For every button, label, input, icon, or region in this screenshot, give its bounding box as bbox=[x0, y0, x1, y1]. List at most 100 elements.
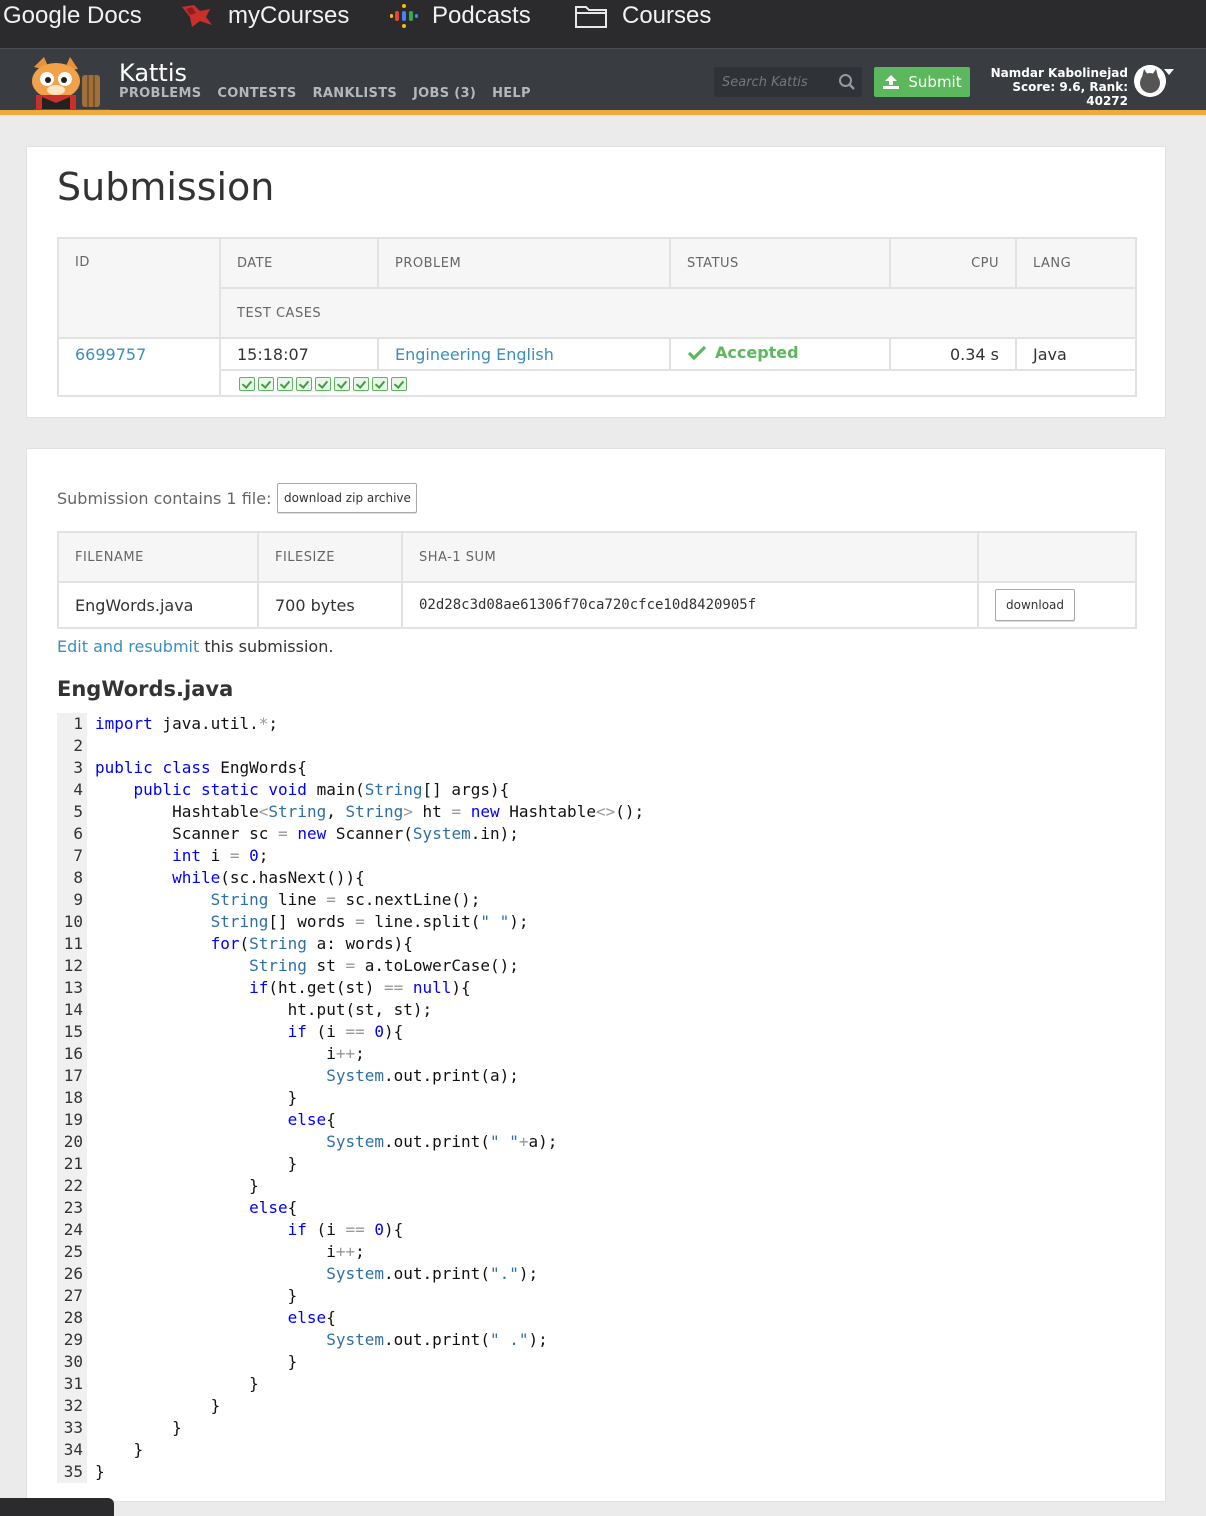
column-header-actions bbox=[977, 531, 1137, 583]
code-line: 16 i++; bbox=[57, 1043, 1137, 1065]
line-number: 12 bbox=[57, 955, 87, 977]
code-line: 27 } bbox=[57, 1285, 1137, 1307]
file-name: EngWords.java bbox=[57, 581, 259, 629]
code-line: 8 while(sc.hasNext()){ bbox=[57, 867, 1137, 889]
code-text: String[] words = line.split(" "); bbox=[210, 912, 529, 931]
submission-table: ID DATE PROBLEM STATUS CPU LANG TEST CAS… bbox=[57, 237, 1137, 397]
files-intro-row: Submission contains 1 file: download zip… bbox=[57, 483, 418, 513]
submit-button[interactable]: Submit bbox=[874, 67, 970, 97]
code-line: 22 } bbox=[57, 1175, 1137, 1197]
code-line: 25 i++; bbox=[57, 1241, 1137, 1263]
files-table: FILENAME FILESIZE SHA-1 SUM EngWords.jav… bbox=[57, 531, 1137, 629]
line-number: 14 bbox=[57, 999, 87, 1021]
code-line: 29 System.out.print(" ."); bbox=[57, 1329, 1137, 1351]
line-number: 24 bbox=[57, 1219, 87, 1241]
search-input[interactable] bbox=[714, 67, 834, 97]
edit-resubmit-row: Edit and resubmit this submission. bbox=[57, 637, 333, 656]
code-text: if(ht.get(st) == null){ bbox=[249, 978, 471, 997]
nav-ranklists[interactable]: RANKLISTS bbox=[313, 86, 397, 101]
code-text: System.out.print(a); bbox=[326, 1066, 519, 1085]
bookmark-courses[interactable]: Courses bbox=[574, 0, 711, 32]
submission-lang: Java bbox=[1015, 337, 1137, 371]
submission-status-cell: Accepted bbox=[669, 337, 891, 371]
code-text: System.out.print(" ."); bbox=[326, 1330, 548, 1349]
column-header-problem: PROBLEM bbox=[377, 237, 671, 289]
file-size: 700 bytes bbox=[257, 581, 403, 629]
table-row: 6699757 15:18:07 Engineering English Acc… bbox=[57, 337, 1137, 397]
test-case-passed-icon[interactable] bbox=[334, 377, 350, 391]
code-line: 2 bbox=[57, 735, 1137, 757]
line-number: 13 bbox=[57, 977, 87, 999]
line-number: 25 bbox=[57, 1241, 87, 1263]
download-zip-button[interactable]: download zip archive bbox=[277, 483, 418, 513]
chevron-down-icon[interactable] bbox=[1164, 69, 1174, 75]
user-info[interactable]: Namdar Kabolinejad Score: 9.6, Rank: 402… bbox=[978, 66, 1128, 108]
code-line: 7 int i = 0; bbox=[57, 845, 1137, 867]
submit-label: Submit bbox=[908, 73, 962, 91]
nav-help[interactable]: HELP bbox=[492, 86, 531, 101]
site-title[interactable]: Kattis bbox=[119, 59, 187, 87]
test-case-passed-icon[interactable] bbox=[353, 377, 369, 391]
line-number: 1 bbox=[57, 713, 87, 735]
line-number: 21 bbox=[57, 1153, 87, 1175]
line-number: 10 bbox=[57, 911, 87, 933]
line-number: 28 bbox=[57, 1307, 87, 1329]
line-number: 8 bbox=[57, 867, 87, 889]
problem-link[interactable]: Engineering English bbox=[395, 345, 554, 364]
code-line: 19 else{ bbox=[57, 1109, 1137, 1131]
test-case-passed-icon[interactable] bbox=[277, 377, 293, 391]
code-text: } bbox=[95, 1440, 144, 1459]
code-text: Scanner sc = new Scanner(System.in); bbox=[95, 824, 519, 843]
code-line: 1 import java.util.*; bbox=[57, 713, 1137, 735]
search-box bbox=[714, 67, 862, 97]
bookmark-google-docs[interactable]: Google Docs bbox=[3, 0, 142, 32]
main-nav: PROBLEMS CONTESTS RANKLISTS JOBS (3) HEL… bbox=[119, 86, 547, 101]
test-case-passed-icon[interactable] bbox=[315, 377, 331, 391]
source-file-title: EngWords.java bbox=[57, 677, 234, 701]
code-line: 11 for(String a: words){ bbox=[57, 933, 1137, 955]
code-line: 4 public static void main(String[] args)… bbox=[57, 779, 1137, 801]
submission-date: 15:18:07 bbox=[219, 337, 379, 371]
code-text: } bbox=[95, 1154, 298, 1173]
status-text: Accepted bbox=[715, 343, 799, 363]
code-line: 21 } bbox=[57, 1153, 1137, 1175]
line-number: 35 bbox=[57, 1461, 87, 1483]
bookmark-podcasts[interactable]: Podcasts bbox=[390, 0, 531, 32]
code-line: 17 System.out.print(a); bbox=[57, 1065, 1137, 1087]
code-text: else{ bbox=[249, 1198, 298, 1217]
code-text: else{ bbox=[287, 1110, 336, 1129]
nav-jobs[interactable]: JOBS (3) bbox=[413, 86, 476, 101]
bookmark-label: Google Docs bbox=[3, 2, 142, 29]
code-text: i++; bbox=[95, 1044, 365, 1063]
kattis-cat-logo-icon bbox=[32, 57, 110, 111]
test-case-passed-icon[interactable] bbox=[239, 377, 255, 391]
line-number: 23 bbox=[57, 1197, 87, 1219]
code-line: 28 else{ bbox=[57, 1307, 1137, 1329]
test-case-passed-icon[interactable] bbox=[296, 377, 312, 391]
code-line: 31 } bbox=[57, 1373, 1137, 1395]
download-file-button[interactable]: download bbox=[995, 589, 1075, 621]
test-case-passed-icon[interactable] bbox=[391, 377, 407, 391]
podcasts-icon bbox=[390, 4, 418, 28]
avatar[interactable] bbox=[1134, 65, 1166, 97]
table-row: EngWords.java 700 bytes 02d28c3d08ae6130… bbox=[57, 581, 1137, 629]
folder-icon bbox=[575, 6, 607, 28]
nav-contests[interactable]: CONTESTS bbox=[217, 86, 296, 101]
nav-problems[interactable]: PROBLEMS bbox=[119, 86, 201, 101]
submission-id-link[interactable]: 6699757 bbox=[75, 345, 146, 364]
user-name: Namdar Kabolinejad bbox=[990, 66, 1128, 80]
test-case-passed-icon[interactable] bbox=[258, 377, 274, 391]
bookmark-label: Podcasts bbox=[432, 2, 531, 29]
bookmark-mycourses[interactable]: myCourses bbox=[180, 0, 349, 32]
search-icon[interactable] bbox=[838, 73, 856, 91]
line-number: 18 bbox=[57, 1087, 87, 1109]
line-number: 22 bbox=[57, 1175, 87, 1197]
edit-resubmit-link[interactable]: Edit and resubmit bbox=[57, 637, 199, 656]
line-number: 19 bbox=[57, 1109, 87, 1131]
code-text: while(sc.hasNext()){ bbox=[172, 868, 365, 887]
kattis-logo[interactable] bbox=[28, 57, 110, 111]
test-case-passed-icon[interactable] bbox=[372, 377, 388, 391]
column-header-date: DATE bbox=[219, 237, 379, 289]
line-number: 26 bbox=[57, 1263, 87, 1285]
